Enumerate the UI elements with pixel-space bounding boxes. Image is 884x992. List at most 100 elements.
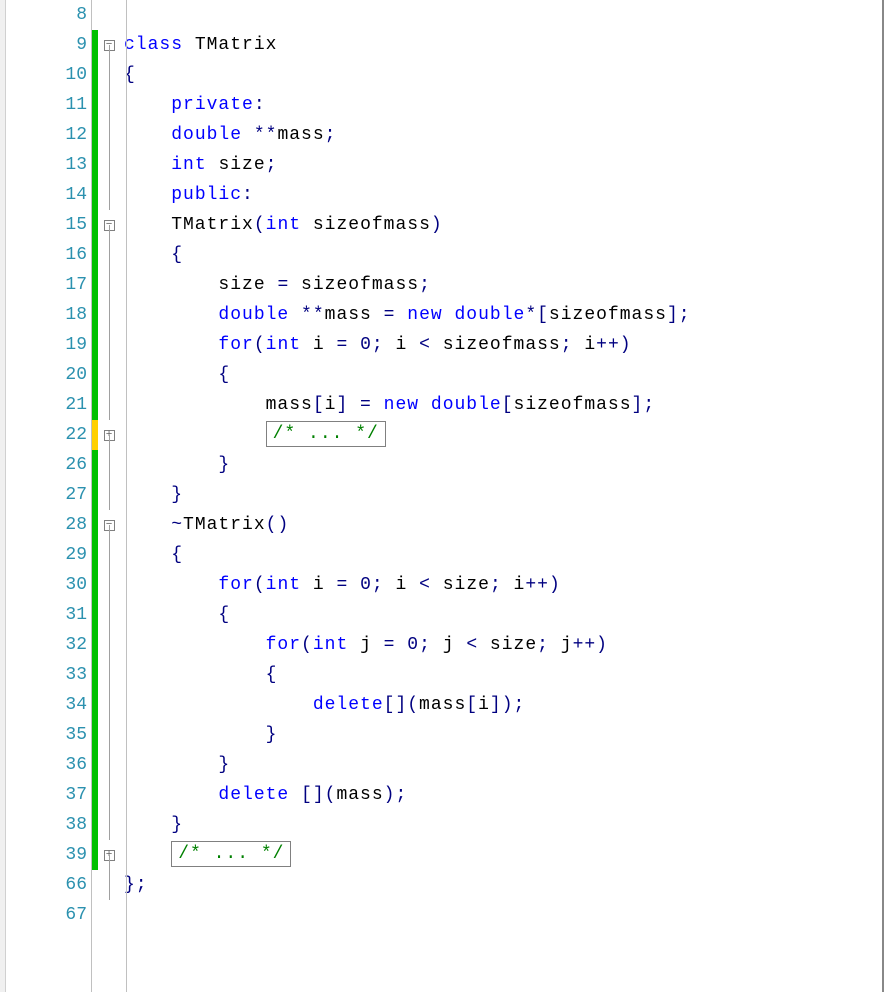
code-line[interactable]: size = sizeofmass;	[124, 270, 884, 300]
code-line[interactable]: class TMatrix	[124, 30, 884, 60]
line-number: 13	[6, 150, 87, 180]
code-token: int	[313, 635, 360, 655]
fold-guide-line	[109, 630, 110, 660]
code-token: sizeofmass	[313, 215, 431, 235]
line-number: 26	[6, 450, 87, 480]
code-token: j	[443, 635, 467, 655]
code-token: <	[419, 575, 443, 595]
fold-guide-line	[109, 870, 110, 900]
code-token: {	[218, 605, 230, 625]
collapsed-region-box[interactable]: /* ... */	[171, 841, 291, 867]
code-line[interactable]: int size;	[124, 150, 884, 180]
fold-guide-line	[109, 300, 110, 330]
fold-guide-line	[109, 540, 110, 570]
line-number: 14	[6, 180, 87, 210]
indent-guide	[126, 0, 127, 992]
code-token: 0	[407, 635, 419, 655]
code-token: ];	[667, 305, 691, 325]
code-line[interactable]: for(int i = 0; i < sizeofmass; i++)	[124, 330, 884, 360]
fold-cell	[98, 300, 120, 330]
fold-guide-line	[109, 435, 110, 450]
fold-cell	[98, 540, 120, 570]
line-number: 66	[6, 870, 87, 900]
fold-cell	[98, 660, 120, 690]
code-token: i	[396, 335, 420, 355]
code-line[interactable]: public:	[124, 180, 884, 210]
code-token: int	[266, 215, 313, 235]
code-token: size	[124, 275, 277, 295]
fold-guide-line	[109, 720, 110, 750]
code-token: }	[218, 455, 230, 475]
fold-guide-line	[109, 330, 110, 360]
code-line[interactable]	[124, 0, 884, 30]
code-line[interactable]: mass[i] = new double[sizeofmass];	[124, 390, 884, 420]
line-number: 17	[6, 270, 87, 300]
code-token: sizeofmass	[549, 305, 667, 325]
fold-guide-line	[109, 525, 110, 540]
fold-guide-line	[109, 690, 110, 720]
fold-cell	[98, 270, 120, 300]
code-area[interactable]: class TMatrix{ private: double **mass; i…	[120, 0, 884, 992]
code-token	[124, 665, 266, 685]
code-line[interactable]: };	[124, 870, 884, 900]
line-number: 34	[6, 690, 87, 720]
code-line[interactable]: for(int j = 0; j < size; j++)	[124, 630, 884, 660]
fold-cell	[98, 480, 120, 510]
code-line[interactable]: ~TMatrix()	[124, 510, 884, 540]
code-line[interactable]: /* ... */	[124, 840, 884, 870]
fold-cell	[98, 750, 120, 780]
line-number: 32	[6, 630, 87, 660]
code-token: ++)	[525, 575, 560, 595]
collapsed-region-box[interactable]: /* ... */	[266, 421, 386, 447]
fold-guide-line	[109, 660, 110, 690]
code-line[interactable]: delete[](mass[i]);	[124, 690, 884, 720]
line-number: 16	[6, 240, 87, 270]
fold-guide-line	[109, 810, 110, 840]
code-line[interactable]: }	[124, 480, 884, 510]
code-line[interactable]: {	[124, 60, 884, 90]
code-token: (	[301, 635, 313, 655]
code-line[interactable]: delete [](mass);	[124, 780, 884, 810]
code-token: <	[419, 335, 443, 355]
code-token: mass	[419, 695, 466, 715]
line-number: 30	[6, 570, 87, 600]
code-line[interactable]: }	[124, 810, 884, 840]
code-line[interactable]: }	[124, 750, 884, 780]
code-token: **	[301, 305, 325, 325]
line-number: 15	[6, 210, 87, 240]
code-line[interactable]	[124, 900, 884, 930]
fold-guide-line	[109, 270, 110, 300]
code-token: public	[171, 185, 242, 205]
code-token	[124, 155, 171, 175]
line-number: 8	[6, 0, 87, 30]
code-token: =	[277, 275, 301, 295]
code-line[interactable]: {	[124, 600, 884, 630]
code-line[interactable]: for(int i = 0; i < size; i++)	[124, 570, 884, 600]
code-line[interactable]: }	[124, 450, 884, 480]
code-line[interactable]: double **mass;	[124, 120, 884, 150]
code-line[interactable]: }	[124, 720, 884, 750]
fold-cell	[98, 450, 120, 480]
code-line[interactable]: {	[124, 240, 884, 270]
code-token: ];	[632, 395, 656, 415]
code-line[interactable]: private:	[124, 90, 884, 120]
code-line[interactable]: {	[124, 660, 884, 690]
line-number: 27	[6, 480, 87, 510]
code-token: [	[502, 395, 514, 415]
code-line[interactable]: TMatrix(int sizeofmass)	[124, 210, 884, 240]
code-token: class	[124, 35, 195, 55]
code-line[interactable]: {	[124, 360, 884, 390]
code-line[interactable]: /* ... */	[124, 420, 884, 450]
code-line[interactable]: double **mass = new double*[sizeofmass];	[124, 300, 884, 330]
fold-guide-line	[109, 450, 110, 480]
code-token: ;	[419, 635, 443, 655]
code-token: (	[254, 335, 266, 355]
code-line[interactable]: {	[124, 540, 884, 570]
code-token: int	[266, 575, 313, 595]
code-token: i	[478, 695, 490, 715]
code-token: ~	[171, 515, 183, 535]
code-token: i	[313, 335, 337, 355]
line-number: 38	[6, 810, 87, 840]
code-token: TMatrix	[124, 215, 254, 235]
fold-cell	[98, 570, 120, 600]
